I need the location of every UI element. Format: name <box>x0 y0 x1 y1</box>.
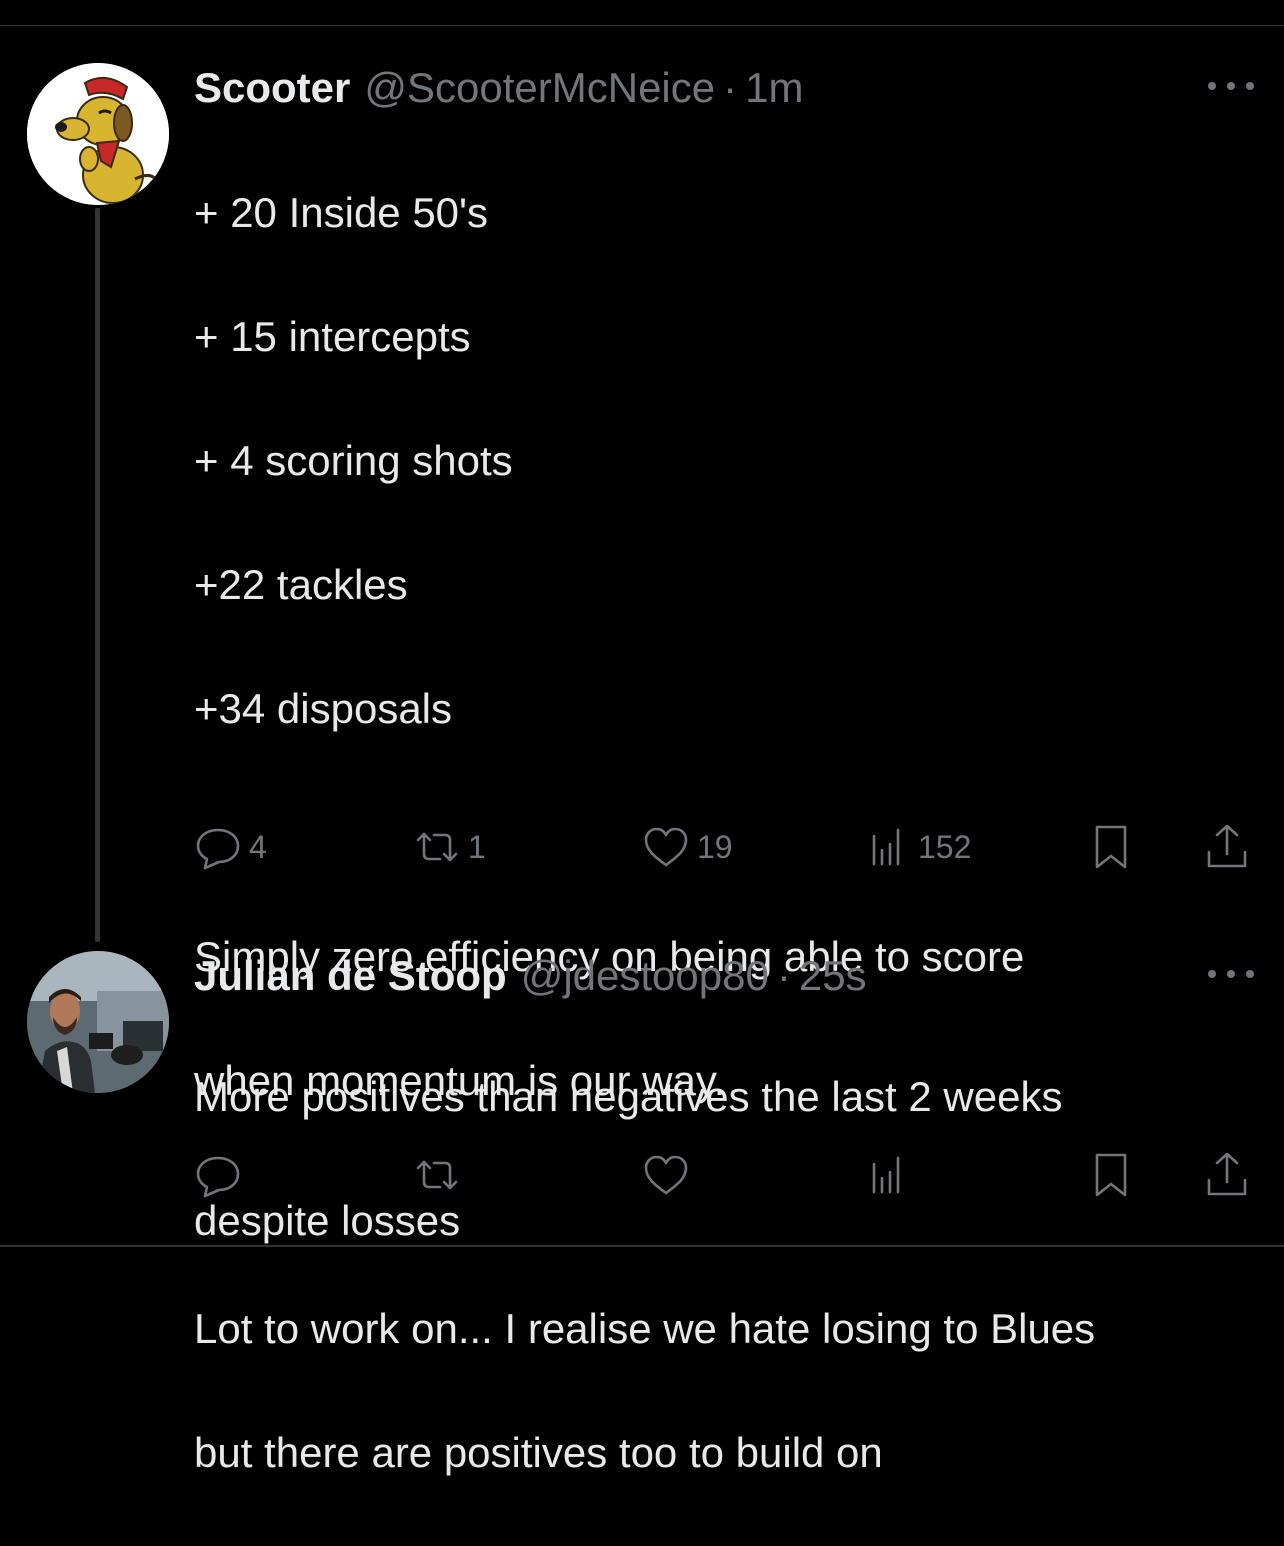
avatar[interactable] <box>27 63 169 205</box>
cartoon-dog-avatar-icon <box>27 63 169 205</box>
bottom-divider <box>0 1245 1284 1247</box>
display-name[interactable]: Julian de Stoop <box>194 952 507 1000</box>
views-count: 152 <box>918 828 972 865</box>
share-button[interactable] <box>1202 822 1252 872</box>
retweet-count: 1 <box>468 828 486 865</box>
like-count: 19 <box>697 828 733 865</box>
tweet-actions: 4 1 19 152 <box>0 822 1284 872</box>
retweet-icon <box>416 1160 458 1190</box>
more-options-button[interactable] <box>1208 964 1254 984</box>
tweet-line: + 15 intercepts <box>194 313 471 360</box>
reply-button[interactable] <box>193 1150 243 1200</box>
avatar[interactable] <box>27 951 169 1093</box>
timestamp[interactable]: 1m <box>745 64 803 112</box>
bookmark-icon <box>1095 825 1127 869</box>
more-horizontal-icon <box>1208 970 1216 978</box>
bookmark-icon <box>1095 1153 1127 1197</box>
tweet-actions <box>0 1150 1284 1200</box>
display-name[interactable]: Scooter <box>194 64 350 112</box>
tweet-line: +22 tackles <box>194 561 408 608</box>
reply-count: 4 <box>249 828 267 865</box>
reply-bubble-icon <box>196 828 240 870</box>
user-handle[interactable]: @ScooterMcNeice <box>364 64 715 112</box>
views-button[interactable]: 152 <box>862 822 971 872</box>
tweet-line: + 4 scoring shots <box>194 437 513 484</box>
reply-button[interactable]: 4 <box>193 822 267 872</box>
person-photo-avatar-icon <box>27 951 169 1093</box>
tweet-line: but there are positives too to build on <box>194 1429 883 1476</box>
bookmark-button[interactable] <box>1086 822 1136 872</box>
share-upload-icon <box>1207 1152 1247 1196</box>
tweet-line: +34 disposals <box>194 685 453 732</box>
tweet-header: Julian de Stoop @jdestoop80 · 25s <box>194 948 867 1004</box>
timestamp[interactable]: 25s <box>799 952 867 1000</box>
more-options-button[interactable] <box>1208 76 1254 96</box>
retweet-button[interactable]: 1 <box>412 822 486 872</box>
bookmark-button[interactable] <box>1086 1150 1136 1200</box>
views-button[interactable] <box>862 1150 912 1200</box>
top-divider <box>0 25 1284 26</box>
tweet-line: + 20 Inside 50's <box>194 189 489 236</box>
like-button[interactable] <box>641 1150 691 1200</box>
heart-icon <box>644 1155 688 1195</box>
share-button[interactable] <box>1202 1150 1252 1200</box>
separator-dot: · <box>776 952 791 999</box>
tweet-header: Scooter @ScooterMcNeice · 1m <box>194 60 803 116</box>
retweet-icon <box>416 832 458 862</box>
user-handle[interactable]: @jdestoop80 <box>521 952 769 1000</box>
heart-icon <box>644 827 688 867</box>
tweet-line: More positives than negatives the last 2… <box>194 1073 1063 1120</box>
reply-bubble-icon <box>196 1156 240 1198</box>
like-button[interactable]: 19 <box>641 822 733 872</box>
views-bar-chart-icon <box>872 1156 900 1194</box>
views-bar-chart-icon <box>872 828 900 866</box>
retweet-button[interactable] <box>412 1150 462 1200</box>
more-horizontal-icon <box>1208 82 1216 90</box>
share-upload-icon <box>1207 824 1247 868</box>
separator-dot: · <box>723 64 738 111</box>
